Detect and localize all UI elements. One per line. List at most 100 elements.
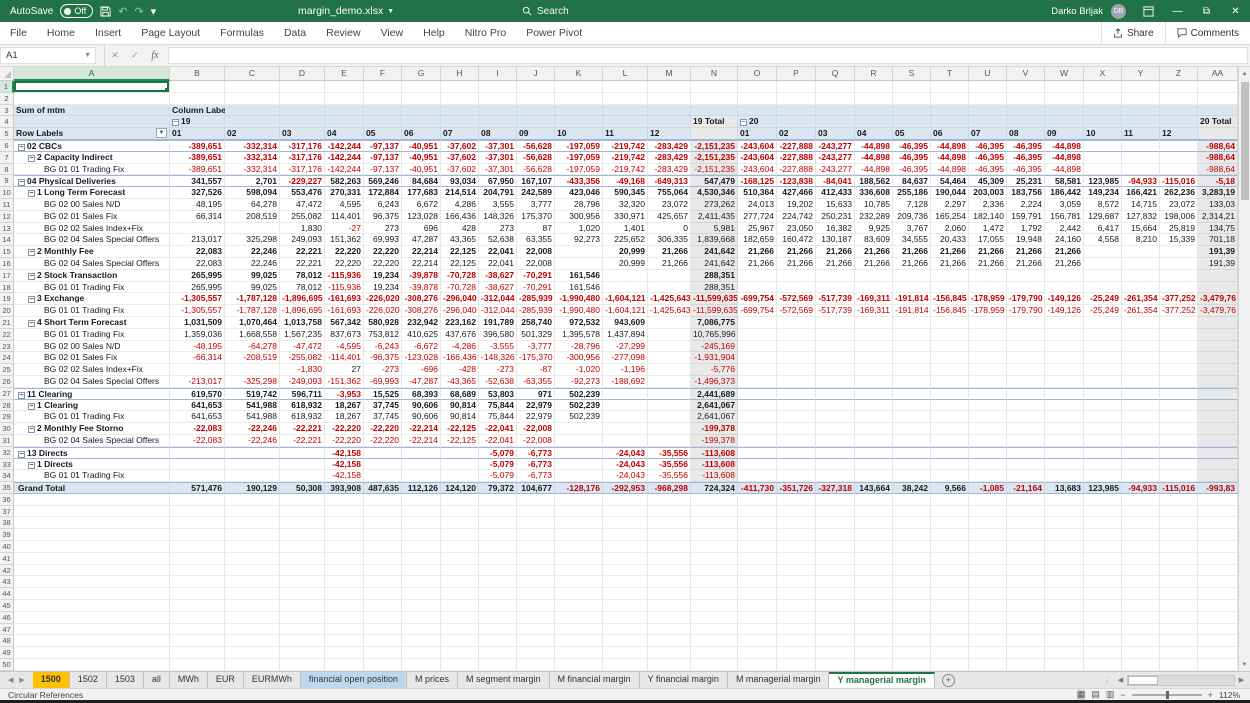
cell-A18[interactable]: BG 01 01 Trading Fix [14, 282, 170, 294]
cell-J39[interactable] [517, 529, 555, 541]
cell-J30[interactable]: -22,008 [517, 423, 555, 435]
cell-X35[interactable]: 123,985 [1084, 482, 1122, 494]
cell-P43[interactable] [777, 576, 816, 588]
cell-U27[interactable] [969, 388, 1007, 400]
hscroll-right-icon[interactable]: ▶ [1235, 676, 1248, 684]
cell-S18[interactable] [893, 282, 931, 294]
cell-U29[interactable] [969, 411, 1007, 423]
cell-W28[interactable] [1045, 400, 1084, 412]
cell-I23[interactable]: -3,555 [479, 341, 517, 353]
cell-B6[interactable]: -389,651 [170, 140, 225, 152]
column-header-AA[interactable]: AA [1198, 67, 1238, 81]
cell-P23[interactable] [777, 341, 816, 353]
cell-A20[interactable]: BG 01 01 Trading Fix [14, 305, 170, 317]
cell-W46[interactable] [1045, 612, 1084, 624]
cell-X16[interactable] [1084, 258, 1122, 270]
cell-A41[interactable] [14, 553, 170, 565]
cell-X50[interactable] [1084, 659, 1122, 671]
cell-A50[interactable] [14, 659, 170, 671]
cell-F24[interactable]: -96,375 [364, 352, 402, 364]
cell-C20[interactable]: -1,787,128 [225, 305, 280, 317]
cell-O9[interactable]: -168,125 [738, 175, 777, 187]
cell-Y35[interactable]: -94,933 [1122, 482, 1160, 494]
cell-K5[interactable]: 10 [555, 128, 603, 140]
cell-J9[interactable]: 167,107 [517, 175, 555, 187]
cell-O42[interactable] [738, 565, 777, 577]
undo-icon[interactable]: ↶ [118, 5, 127, 18]
cell-Z29[interactable] [1160, 411, 1198, 423]
cell-O11[interactable]: 24,013 [738, 199, 777, 211]
cell-Q41[interactable] [816, 553, 855, 565]
cell-B19[interactable]: -1,305,557 [170, 293, 225, 305]
cell-Y27[interactable] [1122, 388, 1160, 400]
cell-T27[interactable] [931, 388, 969, 400]
cell-L36[interactable] [603, 494, 648, 506]
cell-L22[interactable]: 1,437,894 [603, 329, 648, 341]
cell-AA11[interactable]: 133,03 [1198, 199, 1238, 211]
cell-T30[interactable] [931, 423, 969, 435]
cell-R17[interactable] [855, 270, 893, 282]
cell-E4[interactable] [325, 116, 364, 128]
cell-T43[interactable] [931, 576, 969, 588]
cell-R45[interactable] [855, 600, 893, 612]
cell-T15[interactable]: 21,266 [931, 246, 969, 258]
cell-H36[interactable] [441, 494, 479, 506]
cell-U33[interactable] [969, 459, 1007, 471]
zoom-in-icon[interactable]: + [1208, 690, 1213, 700]
cell-E24[interactable]: -114,401 [325, 352, 364, 364]
cell-P18[interactable] [777, 282, 816, 294]
sheet-tab-m-managerial-margin[interactable]: M managerial margin [728, 672, 830, 688]
cell-V31[interactable] [1007, 435, 1045, 447]
cell-C2[interactable] [225, 93, 280, 105]
cell-G33[interactable] [402, 459, 441, 471]
row-header-47[interactable]: 47 [0, 624, 14, 636]
cell-I14[interactable]: 52,638 [479, 234, 517, 246]
cell-M27[interactable] [648, 388, 691, 400]
cell-G3[interactable] [402, 105, 441, 117]
cell-H47[interactable] [441, 624, 479, 636]
cell-W1[interactable] [1045, 81, 1084, 93]
cell-C7[interactable]: -332,314 [225, 152, 280, 164]
cell-Y28[interactable] [1122, 400, 1160, 412]
row-header-31[interactable]: 31 [0, 435, 14, 447]
cell-S45[interactable] [893, 600, 931, 612]
cell-M30[interactable] [648, 423, 691, 435]
cell-F13[interactable]: 273 [364, 223, 402, 235]
cell-E26[interactable]: -151,362 [325, 376, 364, 388]
cell-Y25[interactable] [1122, 364, 1160, 376]
cell-E36[interactable] [325, 494, 364, 506]
cell-M8[interactable]: -283,429 [648, 164, 691, 176]
cell-C9[interactable]: 2,701 [225, 175, 280, 187]
cell-B25[interactable] [170, 364, 225, 376]
row-header-21[interactable]: 21 [0, 317, 14, 329]
cell-Z19[interactable]: -377,252 [1160, 293, 1198, 305]
cell-X9[interactable]: 123,985 [1084, 175, 1122, 187]
cell-K35[interactable]: -128,176 [555, 482, 603, 494]
cell-E6[interactable]: -142,244 [325, 140, 364, 152]
restore-button[interactable]: ⧉ [1192, 0, 1221, 22]
cell-B46[interactable] [170, 612, 225, 624]
cell-F21[interactable]: 580,928 [364, 317, 402, 329]
cell-O48[interactable] [738, 635, 777, 647]
cell-H50[interactable] [441, 659, 479, 671]
cell-X5[interactable]: 10 [1084, 128, 1122, 140]
cell-N11[interactable]: 273,262 [691, 199, 738, 211]
cell-Z17[interactable] [1160, 270, 1198, 282]
cell-U11[interactable]: 2,336 [969, 199, 1007, 211]
cell-J24[interactable]: -175,370 [517, 352, 555, 364]
cell-F16[interactable]: 22,220 [364, 258, 402, 270]
cell-Z20[interactable]: -377,252 [1160, 305, 1198, 317]
cell-O38[interactable] [738, 517, 777, 529]
cell-L46[interactable] [603, 612, 648, 624]
cell-J43[interactable] [517, 576, 555, 588]
cell-Q6[interactable]: -243,277 [816, 140, 855, 152]
cell-W5[interactable]: 09 [1045, 128, 1084, 140]
cell-L18[interactable] [603, 282, 648, 294]
cell-A33[interactable]: −1 Directs [14, 459, 170, 471]
cell-D10[interactable]: 553,476 [280, 187, 325, 199]
cell-G22[interactable]: 410,625 [402, 329, 441, 341]
cell-AA45[interactable] [1198, 600, 1238, 612]
cell-R13[interactable]: 9,925 [855, 223, 893, 235]
cell-L47[interactable] [603, 624, 648, 636]
cell-J45[interactable] [517, 600, 555, 612]
